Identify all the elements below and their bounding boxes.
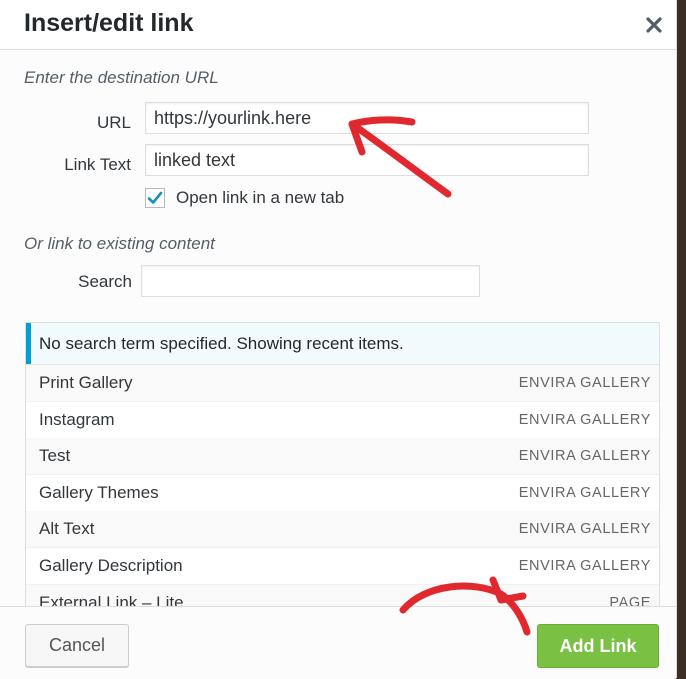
search-input[interactable] [141, 265, 480, 297]
dialog-footer: Cancel Add Link [0, 606, 676, 679]
result-item[interactable]: Gallery Themes ENVIRA GALLERY [26, 475, 659, 512]
result-item-title: Print Gallery [39, 373, 133, 392]
new-tab-checkbox[interactable] [145, 188, 165, 208]
dialog-title: Insert/edit link [24, 9, 194, 37]
close-button[interactable] [636, 8, 672, 42]
result-item-title: Instagram [39, 410, 115, 429]
cancel-button[interactable]: Cancel [25, 624, 129, 667]
result-item[interactable]: External Link – Lite PAGE [26, 585, 659, 607]
result-item-type: ENVIRA GALLERY [518, 375, 651, 391]
result-item-type: ENVIRA GALLERY [518, 558, 651, 574]
search-hint: Or link to existing content [24, 234, 215, 253]
result-item-title: Test [39, 446, 71, 465]
results-notice: No search term specified. Showing recent… [26, 323, 659, 365]
result-item-type: ENVIRA GALLERY [518, 412, 651, 428]
new-tab-label[interactable]: Open link in a new tab [176, 188, 344, 208]
result-item-type: ENVIRA GALLERY [518, 521, 651, 537]
result-item[interactable]: Print Gallery ENVIRA GALLERY [26, 365, 659, 402]
result-item[interactable]: Test ENVIRA GALLERY [26, 438, 659, 475]
url-label: URL [96, 113, 131, 132]
url-input[interactable] [145, 102, 589, 134]
notice-text: No search term specified. Showing recent… [39, 334, 404, 353]
insert-link-dialog: Insert/edit link Enter the destination U… [0, 0, 677, 679]
result-item-title: Gallery Themes [39, 483, 159, 502]
link-text-input[interactable] [145, 144, 589, 176]
dialog-body: Enter the destination URL URL Link Text … [0, 50, 676, 608]
result-item[interactable]: Instagram ENVIRA GALLERY [26, 402, 659, 439]
search-label: Search [78, 272, 132, 291]
link-text-label: Link Text [64, 155, 131, 174]
result-item[interactable]: Gallery Description ENVIRA GALLERY [26, 548, 659, 585]
result-item-title: Gallery Description [39, 556, 183, 575]
add-link-button[interactable]: Add Link [537, 624, 659, 668]
close-icon [646, 17, 662, 33]
result-item[interactable]: Alt Text ENVIRA GALLERY [26, 511, 659, 548]
notice-accent-bar [26, 323, 31, 364]
url-hint: Enter the destination URL [24, 68, 219, 87]
search-results-list[interactable]: No search term specified. Showing recent… [25, 322, 660, 608]
result-item-type: ENVIRA GALLERY [518, 485, 651, 501]
dialog-titlebar: Insert/edit link [0, 0, 676, 50]
result-item-type: ENVIRA GALLERY [518, 448, 651, 464]
checkmark-icon [147, 191, 163, 204]
result-item-title: Alt Text [39, 519, 95, 538]
